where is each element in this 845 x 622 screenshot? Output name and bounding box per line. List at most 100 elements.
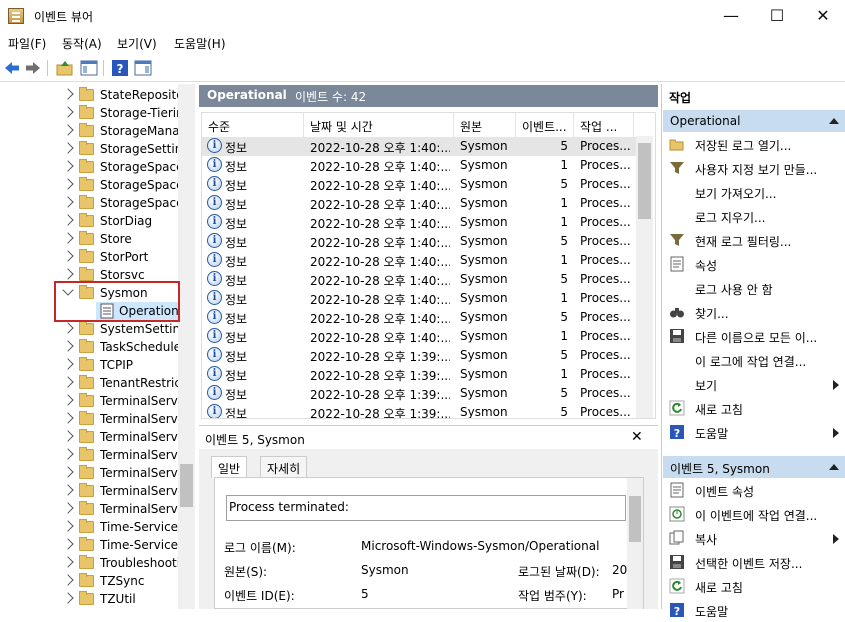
event-row[interactable]: i 정보 2022-10-28 오후 1:40:... Sysmon 1 Proces..… (202, 289, 636, 308)
chevron-right-icon[interactable] (62, 340, 74, 352)
chevron-right-icon[interactable] (62, 448, 74, 460)
maximize-button[interactable]: ☐ (754, 0, 800, 32)
event-row[interactable]: i 정보 2022-10-28 오후 1:40:... Sysmon 5 Proces..… (202, 232, 636, 251)
action-item[interactable]: 보기 가져오기... (663, 180, 845, 204)
chevron-right-icon[interactable] (62, 520, 74, 532)
show-hide-action-pane-icon[interactable] (134, 59, 152, 77)
chevron-right-icon[interactable] (62, 268, 74, 280)
action-item[interactable]: ? 도움말 (663, 598, 845, 622)
chevron-right-icon[interactable] (62, 142, 74, 154)
chevron-right-icon[interactable] (62, 574, 74, 586)
event-row[interactable]: i 정보 2022-10-28 오후 1:40:... Sysmon 5 Proces..… (202, 137, 636, 156)
tree-item[interactable]: StorageSpaces- (0, 176, 178, 194)
chevron-right-icon[interactable] (62, 250, 74, 262)
action-item[interactable]: 새로 고침 (663, 396, 845, 420)
help-icon[interactable]: ? (111, 59, 129, 77)
event-list-scrollbar-thumb[interactable] (638, 143, 651, 219)
column-header-level[interactable]: 수준 (202, 113, 304, 137)
tree-item[interactable]: Troubleshooting (0, 554, 178, 572)
chevron-right-icon[interactable] (62, 412, 74, 424)
tree-item[interactable]: TZUtil (0, 590, 178, 608)
tree-scrollbar-thumb[interactable] (180, 464, 193, 507)
chevron-right-icon[interactable] (62, 484, 74, 496)
tree-item[interactable]: Time-Service-P (0, 536, 178, 554)
actions-section-log[interactable]: Operational (663, 110, 845, 132)
tree-scrollbar[interactable] (178, 84, 195, 609)
collapse-icon[interactable] (829, 464, 839, 470)
tree-item[interactable]: Store (0, 230, 178, 248)
action-item[interactable]: 선택한 이벤트 저장... (663, 550, 845, 574)
tree-item[interactable]: StorDiag (0, 212, 178, 230)
event-row[interactable]: i 정보 2022-10-28 오후 1:40:... Sysmon 1 Proces..… (202, 251, 636, 270)
event-row[interactable]: i 정보 2022-10-28 오후 1:40:... Sysmon 1 Proces..… (202, 327, 636, 346)
tree-item[interactable]: TaskScheduler (0, 338, 178, 356)
forward-arrow-icon[interactable] (24, 59, 42, 77)
tree-item[interactable]: StorageSpaces- (0, 158, 178, 176)
chevron-right-icon[interactable] (62, 196, 74, 208)
tree-item[interactable]: TerminalServices (0, 392, 178, 410)
action-item[interactable]: 이 로그에 작업 연결... (663, 348, 845, 372)
action-item[interactable]: 새로 고침 (663, 574, 845, 598)
minimize-button[interactable]: — (708, 0, 754, 32)
tree-item[interactable]: TerminalServices (0, 428, 178, 446)
action-item[interactable]: 복사 (663, 526, 845, 550)
chevron-right-icon[interactable] (62, 232, 74, 244)
action-item[interactable]: 저장된 로그 열기... (663, 132, 845, 156)
tree-item[interactable]: TerminalServices (0, 500, 178, 518)
action-item[interactable]: 사용자 지정 보기 만들... (663, 156, 845, 180)
action-item[interactable]: 이벤트 속성 (663, 478, 845, 502)
event-row[interactable]: i 정보 2022-10-28 오후 1:39:... Sysmon 5 Proces..… (202, 384, 636, 403)
event-row[interactable]: i 정보 2022-10-28 오후 1:39:... Sysmon 1 Proces..… (202, 365, 636, 384)
tree-item[interactable]: StorageManagement (0, 122, 178, 140)
chevron-right-icon[interactable] (62, 394, 74, 406)
tree-item[interactable]: TerminalServices (0, 410, 178, 428)
tree-item[interactable]: TerminalServices (0, 464, 178, 482)
chevron-right-icon[interactable] (62, 88, 74, 100)
action-item[interactable]: 속성 (663, 252, 845, 276)
tree-item[interactable]: Time-Service (0, 518, 178, 536)
show-hide-tree-icon[interactable] (80, 59, 98, 77)
column-header-event-id[interactable]: 이벤트... (516, 113, 574, 137)
chevron-right-icon[interactable] (62, 502, 74, 514)
chevron-right-icon[interactable] (62, 214, 74, 226)
back-arrow-icon[interactable] (3, 59, 21, 77)
tab-details[interactable]: 자세히 (260, 456, 308, 478)
chevron-right-icon[interactable] (62, 592, 74, 604)
column-header-datetime[interactable]: 날짜 및 시간 (304, 113, 454, 137)
tree-item[interactable]: StateRepository (0, 86, 178, 104)
chevron-right-icon[interactable] (62, 178, 74, 190)
tree-item[interactable]: Storage-Tiering (0, 104, 178, 122)
action-item[interactable]: 이 이벤트에 작업 연결... (663, 502, 845, 526)
action-item[interactable]: 찾기... (663, 300, 845, 324)
event-row[interactable]: i 정보 2022-10-28 오후 1:40:... Sysmon 1 Proces..… (202, 213, 636, 232)
chevron-right-icon[interactable] (62, 358, 74, 370)
tree-item[interactable]: TZSync (0, 572, 178, 590)
action-item[interactable]: ? 도움말 (663, 420, 845, 444)
chevron-right-icon[interactable] (62, 466, 74, 478)
menu-view[interactable]: 보기(V) (117, 35, 157, 52)
menu-file[interactable]: 파일(F) (8, 35, 46, 52)
event-row[interactable]: i 정보 2022-10-28 오후 1:39:... Sysmon 5 Proces..… (202, 403, 636, 418)
tree-item[interactable]: StorPort (0, 248, 178, 266)
action-item[interactable]: 다른 이름으로 모든 이... (663, 324, 845, 348)
event-row[interactable]: i 정보 2022-10-28 오후 1:40:... Sysmon 1 Proces..… (202, 156, 636, 175)
column-header-source[interactable]: 원본 (454, 113, 516, 137)
menu-action[interactable]: 동작(A) (62, 35, 102, 52)
chevron-right-icon[interactable] (62, 322, 74, 334)
tree-item[interactable]: SystemSettings (0, 320, 178, 338)
chevron-right-icon[interactable] (62, 538, 74, 550)
event-message-box[interactable]: Process terminated: (226, 495, 626, 521)
action-item[interactable]: 로그 지우기... (663, 204, 845, 228)
chevron-right-icon[interactable] (62, 160, 74, 172)
detail-scrollbar-thumb[interactable] (629, 496, 641, 542)
up-folder-icon[interactable] (56, 59, 74, 77)
event-row[interactable]: i 정보 2022-10-28 오후 1:40:... Sysmon 5 Proces..… (202, 270, 636, 289)
event-row[interactable]: i 정보 2022-10-28 오후 1:39:... Sysmon 5 Proces..… (202, 346, 636, 365)
menu-help[interactable]: 도움말(H) (174, 35, 226, 52)
detail-close-icon[interactable]: ✕ (631, 429, 643, 445)
event-row[interactable]: i 정보 2022-10-28 오후 1:40:... Sysmon 5 Proces..… (202, 175, 636, 194)
tree-item[interactable]: StorageSettings (0, 140, 178, 158)
tab-general[interactable]: 일반 (211, 456, 248, 478)
event-row[interactable]: i 정보 2022-10-28 오후 1:40:... Sysmon 5 Proces..… (202, 308, 636, 327)
tree-item[interactable]: TCPIP (0, 356, 178, 374)
